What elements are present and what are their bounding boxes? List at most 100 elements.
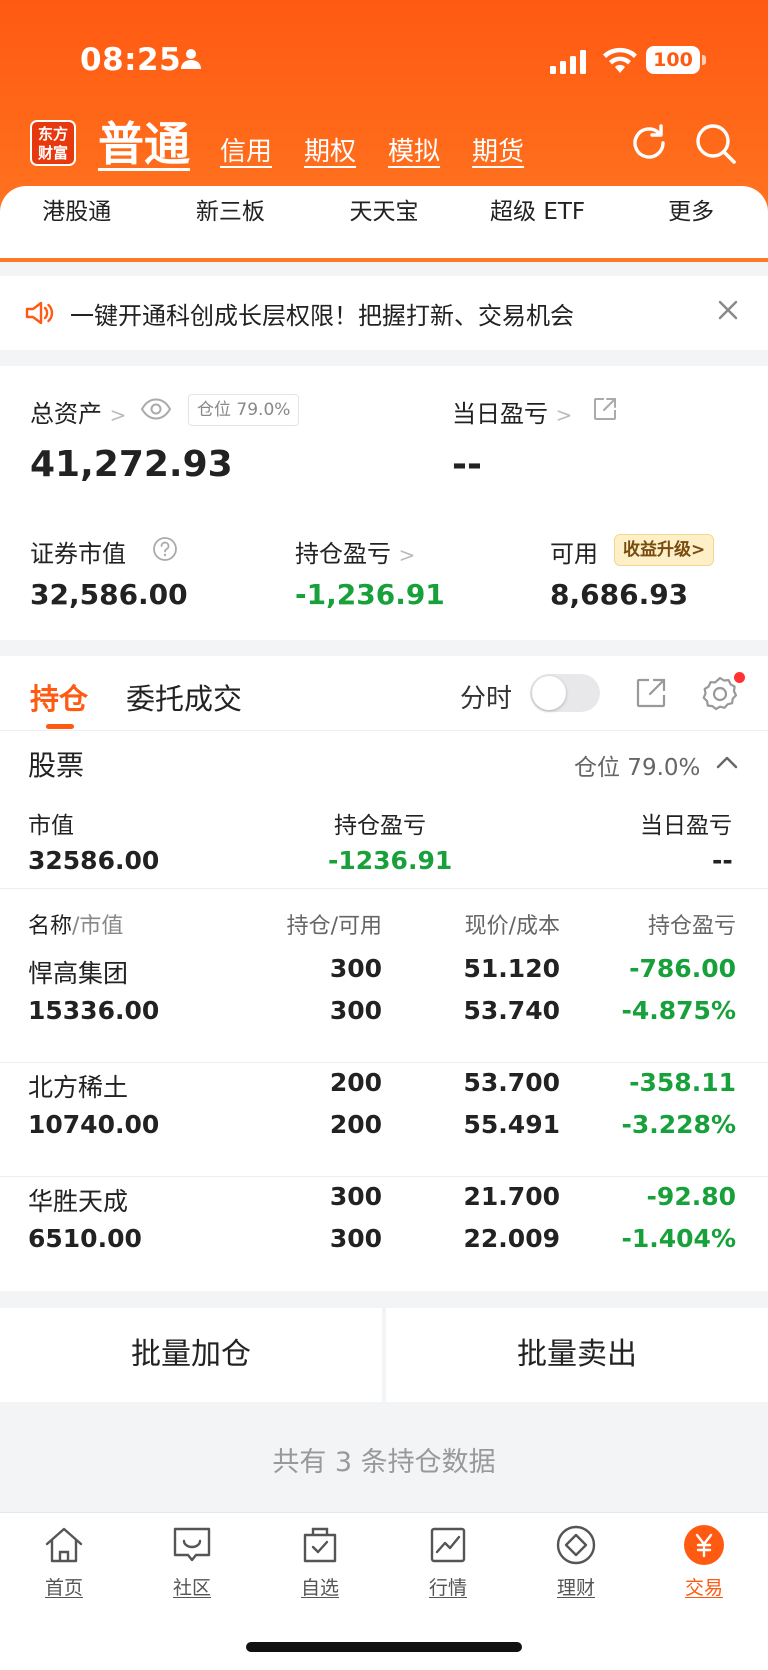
total-assets-label[interactable]: 总资产 >: [30, 394, 126, 429]
tab-positions[interactable]: 持仓: [30, 676, 88, 718]
stock-cost: 55.491: [463, 1110, 560, 1139]
export-icon[interactable]: [634, 676, 668, 714]
search-icon[interactable]: [694, 122, 738, 170]
holdings-panel: 持仓 委托成交 分时 股票 仓位 79.0% 市值 持仓盈亏 当日盈亏 3258…: [0, 656, 768, 1291]
subnav-hk-connect[interactable]: 港股通: [2, 192, 152, 226]
summary-mv-value: 32586.00: [28, 846, 160, 875]
stock-mv: 15336.00: [28, 996, 160, 1025]
speaker-icon: [24, 298, 54, 332]
summary-day-value: --: [712, 846, 733, 875]
position-chip: 仓位 79.0%: [188, 394, 300, 426]
status-bar: 08:25 100: [0, 38, 768, 86]
notification-dot: [734, 672, 745, 683]
stock-avail: 200: [329, 1110, 382, 1139]
stock-pl: -786.00: [629, 954, 736, 983]
account-tabs: 普通 信用 期权 模拟 期货: [98, 112, 556, 172]
sub-navigation: 港股通 新三板 天天宝 超级 ETF 更多: [0, 186, 768, 258]
nav-wealth[interactable]: 理财: [512, 1523, 640, 1600]
nav-market[interactable]: 行情: [384, 1523, 512, 1600]
stock-price: 51.120: [463, 954, 560, 983]
subnav-more[interactable]: 更多: [616, 192, 766, 226]
app-logo: 东方 财富: [30, 120, 76, 166]
col-price-header: 现价/成本: [464, 914, 560, 939]
subnav-tiantianbao[interactable]: 天天宝: [309, 192, 459, 226]
nav-watchlist-label: 自选: [300, 1577, 339, 1599]
wifi-icon: [602, 46, 638, 78]
total-assets-value: 41,272.93: [30, 444, 233, 485]
logo-line-2: 财富: [37, 144, 68, 162]
eye-icon[interactable]: [140, 398, 172, 424]
holding-pl-label[interactable]: 持仓盈亏 >: [295, 534, 415, 569]
promo-banner[interactable]: 一键开通科创成长层权限！把握打新、交易机会: [0, 276, 768, 350]
home-indicator: [246, 1642, 522, 1652]
nav-community[interactable]: 社区: [128, 1523, 256, 1600]
tab-credit[interactable]: 信用: [220, 132, 272, 172]
stock-price: 53.700: [463, 1068, 560, 1097]
watchlist-icon: [298, 1527, 342, 1571]
signal-icon: [550, 50, 590, 78]
summary-pl-label: 持仓盈亏: [334, 813, 426, 839]
banner-text[interactable]: 一键开通科创成长层权限！把握打新、交易机会: [70, 296, 574, 331]
chevron-up-icon[interactable]: [716, 754, 738, 774]
batch-sell-button[interactable]: 批量卖出: [386, 1308, 768, 1402]
fenshi-toggle[interactable]: [530, 674, 600, 712]
upgrade-badge[interactable]: 收益升级>: [614, 534, 715, 566]
nav-home-label: 首页: [44, 1577, 83, 1599]
daily-pl-value: --: [452, 444, 482, 485]
home-icon: [42, 1527, 86, 1571]
holdings-count-note: 共有 3 条持仓数据: [272, 1447, 496, 1478]
fenshi-label: 分时: [460, 684, 513, 714]
available-value: 8,686.93: [550, 578, 689, 611]
nav-trade-label: 交易: [684, 1577, 723, 1599]
yen-icon: [682, 1525, 726, 1571]
daily-pl-label[interactable]: 当日盈亏 >: [452, 394, 572, 429]
active-tab-indicator: [46, 724, 74, 729]
summary-mv-label: 市值: [28, 813, 74, 839]
stock-mv: 10740.00: [28, 1110, 160, 1139]
battery-tip: [702, 55, 706, 65]
app-header: 08:25 100 东方 财富 普通 信用 期权 模拟 期货 港股通 新三板 天…: [0, 0, 768, 262]
tab-orders[interactable]: 委托成交: [126, 676, 242, 718]
divider: [0, 730, 768, 731]
asset-summary: 总资产 > 仓位 79.0% 41,272.93 当日盈亏 > -- 证券市值 …: [0, 366, 768, 640]
nav-home[interactable]: 首页: [0, 1523, 128, 1600]
stock-cost: 22.009: [463, 1224, 560, 1253]
section-ratio[interactable]: 仓位 79.0%: [574, 748, 700, 782]
stock-pl: -92.80: [646, 1182, 736, 1211]
market-value-label: 证券市值: [30, 540, 126, 568]
summary-day-label: 当日盈亏: [640, 813, 732, 839]
stock-avail: 300: [329, 996, 382, 1025]
holding-pl-value: -1,236.91: [295, 578, 445, 611]
stock-pl-pct: -4.875%: [621, 996, 736, 1025]
stock-name: 华胜天成: [28, 1187, 129, 1216]
nav-watchlist[interactable]: 自选: [256, 1523, 384, 1600]
nav-trade[interactable]: 交易: [640, 1523, 768, 1600]
share-icon[interactable]: [592, 396, 618, 426]
tab-simulated[interactable]: 模拟: [388, 132, 440, 172]
summary-pl-value: -1236.91: [328, 846, 453, 875]
stock-cost: 53.740: [463, 996, 560, 1025]
refresh-icon[interactable]: [628, 122, 670, 168]
nav-market-label: 行情: [428, 1577, 467, 1599]
batch-add-button[interactable]: 批量加仓: [0, 1308, 382, 1402]
stock-avail: 300: [329, 1224, 382, 1253]
tab-normal[interactable]: 普通: [98, 116, 190, 172]
chart-icon: [426, 1527, 470, 1571]
stock-qty: 200: [329, 1068, 382, 1097]
clock: 08:25: [80, 42, 182, 78]
close-icon[interactable]: [716, 298, 740, 326]
stock-pl-pct: -1.404%: [621, 1224, 736, 1253]
available-label: 可用: [550, 540, 598, 568]
market-value: 32,586.00: [30, 578, 188, 611]
subnav-neeq[interactable]: 新三板: [155, 192, 305, 226]
col-pl-header: 持仓盈亏: [647, 914, 736, 939]
person-icon: [180, 48, 202, 74]
tab-futures[interactable]: 期货: [472, 132, 524, 172]
col-qty-header: 持仓/可用: [286, 914, 382, 939]
subnav-super-etf[interactable]: 超级 ETF: [463, 192, 613, 226]
tab-options[interactable]: 期权: [304, 132, 356, 172]
nav-community-label: 社区: [172, 1577, 211, 1599]
nav-wealth-label: 理财: [556, 1577, 595, 1599]
stock-qty: 300: [329, 954, 382, 983]
help-icon[interactable]: [152, 536, 178, 566]
